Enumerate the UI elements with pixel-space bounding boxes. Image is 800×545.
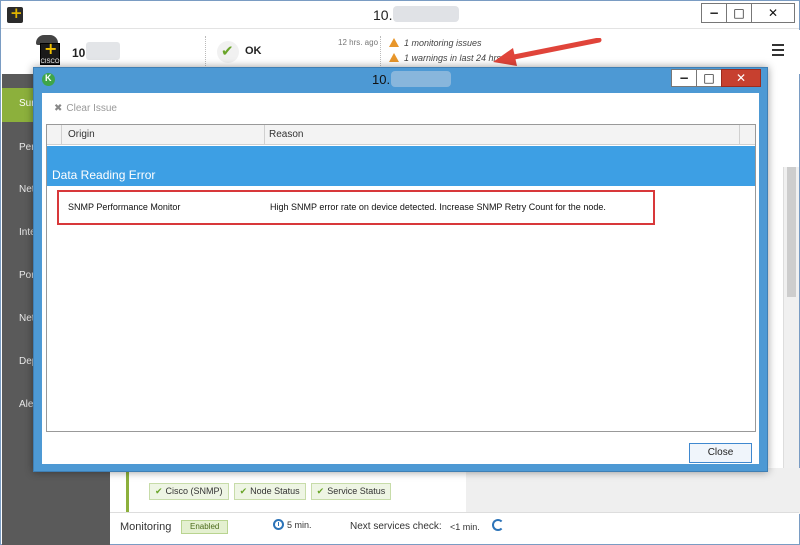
dialog-title-bar: 10. − □ ✕ xyxy=(34,68,767,91)
monitoring-issues-link[interactable]: 1 monitoring issues xyxy=(389,38,482,48)
clear-icon: ✖ xyxy=(54,103,63,114)
clear-issue-button[interactable]: ✖ Clear Issue xyxy=(54,103,117,114)
next-check-label: Next services check: xyxy=(350,521,442,532)
redacted-node-name xyxy=(86,42,120,60)
app-icon xyxy=(7,4,23,23)
dialog-body: ✖ Clear Issue Origin Reason Data Reading … xyxy=(42,93,759,464)
dialog-close-button[interactable]: ✕ xyxy=(721,69,761,87)
menu-icon[interactable] xyxy=(772,44,784,56)
table-row[interactable]: SNMP Performance Monitor High SNMP error… xyxy=(57,190,655,225)
warning-icon xyxy=(389,53,399,62)
tag-cisco-snmp: ✔ Cisco (SNMP) xyxy=(149,483,229,500)
annotation-arrow xyxy=(493,38,602,66)
warning-icon xyxy=(389,38,399,47)
cisco-phone-icon: + CISCO xyxy=(32,35,62,67)
column-header-origin[interactable]: Origin xyxy=(68,129,95,140)
close-dialog-button[interactable]: Close xyxy=(689,443,752,463)
grid-header: Origin Reason xyxy=(47,125,755,145)
maximize-button[interactable]: □ xyxy=(726,3,752,23)
dialog-app-icon xyxy=(42,73,55,86)
background-panel xyxy=(35,468,110,545)
row-origin: SNMP Performance Monitor xyxy=(68,202,181,212)
dialog-maximize-button[interactable]: □ xyxy=(696,69,722,87)
close-button[interactable]: ✕ xyxy=(751,3,795,23)
next-check-value: <1 min. xyxy=(450,522,480,532)
monitor-tags: ✔ Cisco (SNMP) ✔ Node Status ✔ Service Stat… xyxy=(149,483,392,500)
monitoring-label: Monitoring xyxy=(120,521,172,533)
background-scrollbar[interactable] xyxy=(783,167,799,497)
divider xyxy=(205,36,206,68)
monitoring-bar: Monitoring Enabled 5 min. Next services … xyxy=(110,512,799,544)
issues-grid: Origin Reason Data Reading Error SNMP Pe… xyxy=(46,124,756,432)
tag-node-status: ✔ Node Status xyxy=(233,483,306,500)
group-title: Data Reading Error xyxy=(52,168,156,182)
main-window-title: 10. xyxy=(373,7,393,23)
status-time: 12 hrs. ago xyxy=(338,38,379,47)
row-reason: High SNMP error rate on device detected.… xyxy=(270,202,606,212)
redacted-ip xyxy=(393,6,459,22)
minimize-button[interactable]: − xyxy=(701,3,727,23)
main-title-bar: 10. − □ ✕ xyxy=(1,1,799,29)
monitoring-interval: 5 min. xyxy=(287,520,312,530)
column-header-reason[interactable]: Reason xyxy=(269,129,303,140)
clock-icon xyxy=(273,519,284,530)
group-row[interactable]: Data Reading Error xyxy=(47,146,755,186)
dialog-title: 10. xyxy=(372,72,391,87)
left-nav: Sur Per Net Inte Por Net Dep Ale xyxy=(2,74,37,545)
divider xyxy=(380,36,381,68)
refresh-icon[interactable] xyxy=(492,519,504,531)
monitoring-state-badge[interactable]: Enabled xyxy=(181,520,229,534)
nav-item-alerts[interactable]: Ale xyxy=(19,399,33,410)
ok-check-icon xyxy=(217,41,239,63)
tag-service-status: ✔ Service Status xyxy=(310,483,392,500)
status-text: OK xyxy=(245,45,262,57)
issue-dialog: 10. − □ ✕ ✖Clear Issue Origin Reason Dat… xyxy=(33,67,768,472)
dialog-minimize-button[interactable]: − xyxy=(671,69,697,87)
redacted-ip xyxy=(391,71,451,87)
